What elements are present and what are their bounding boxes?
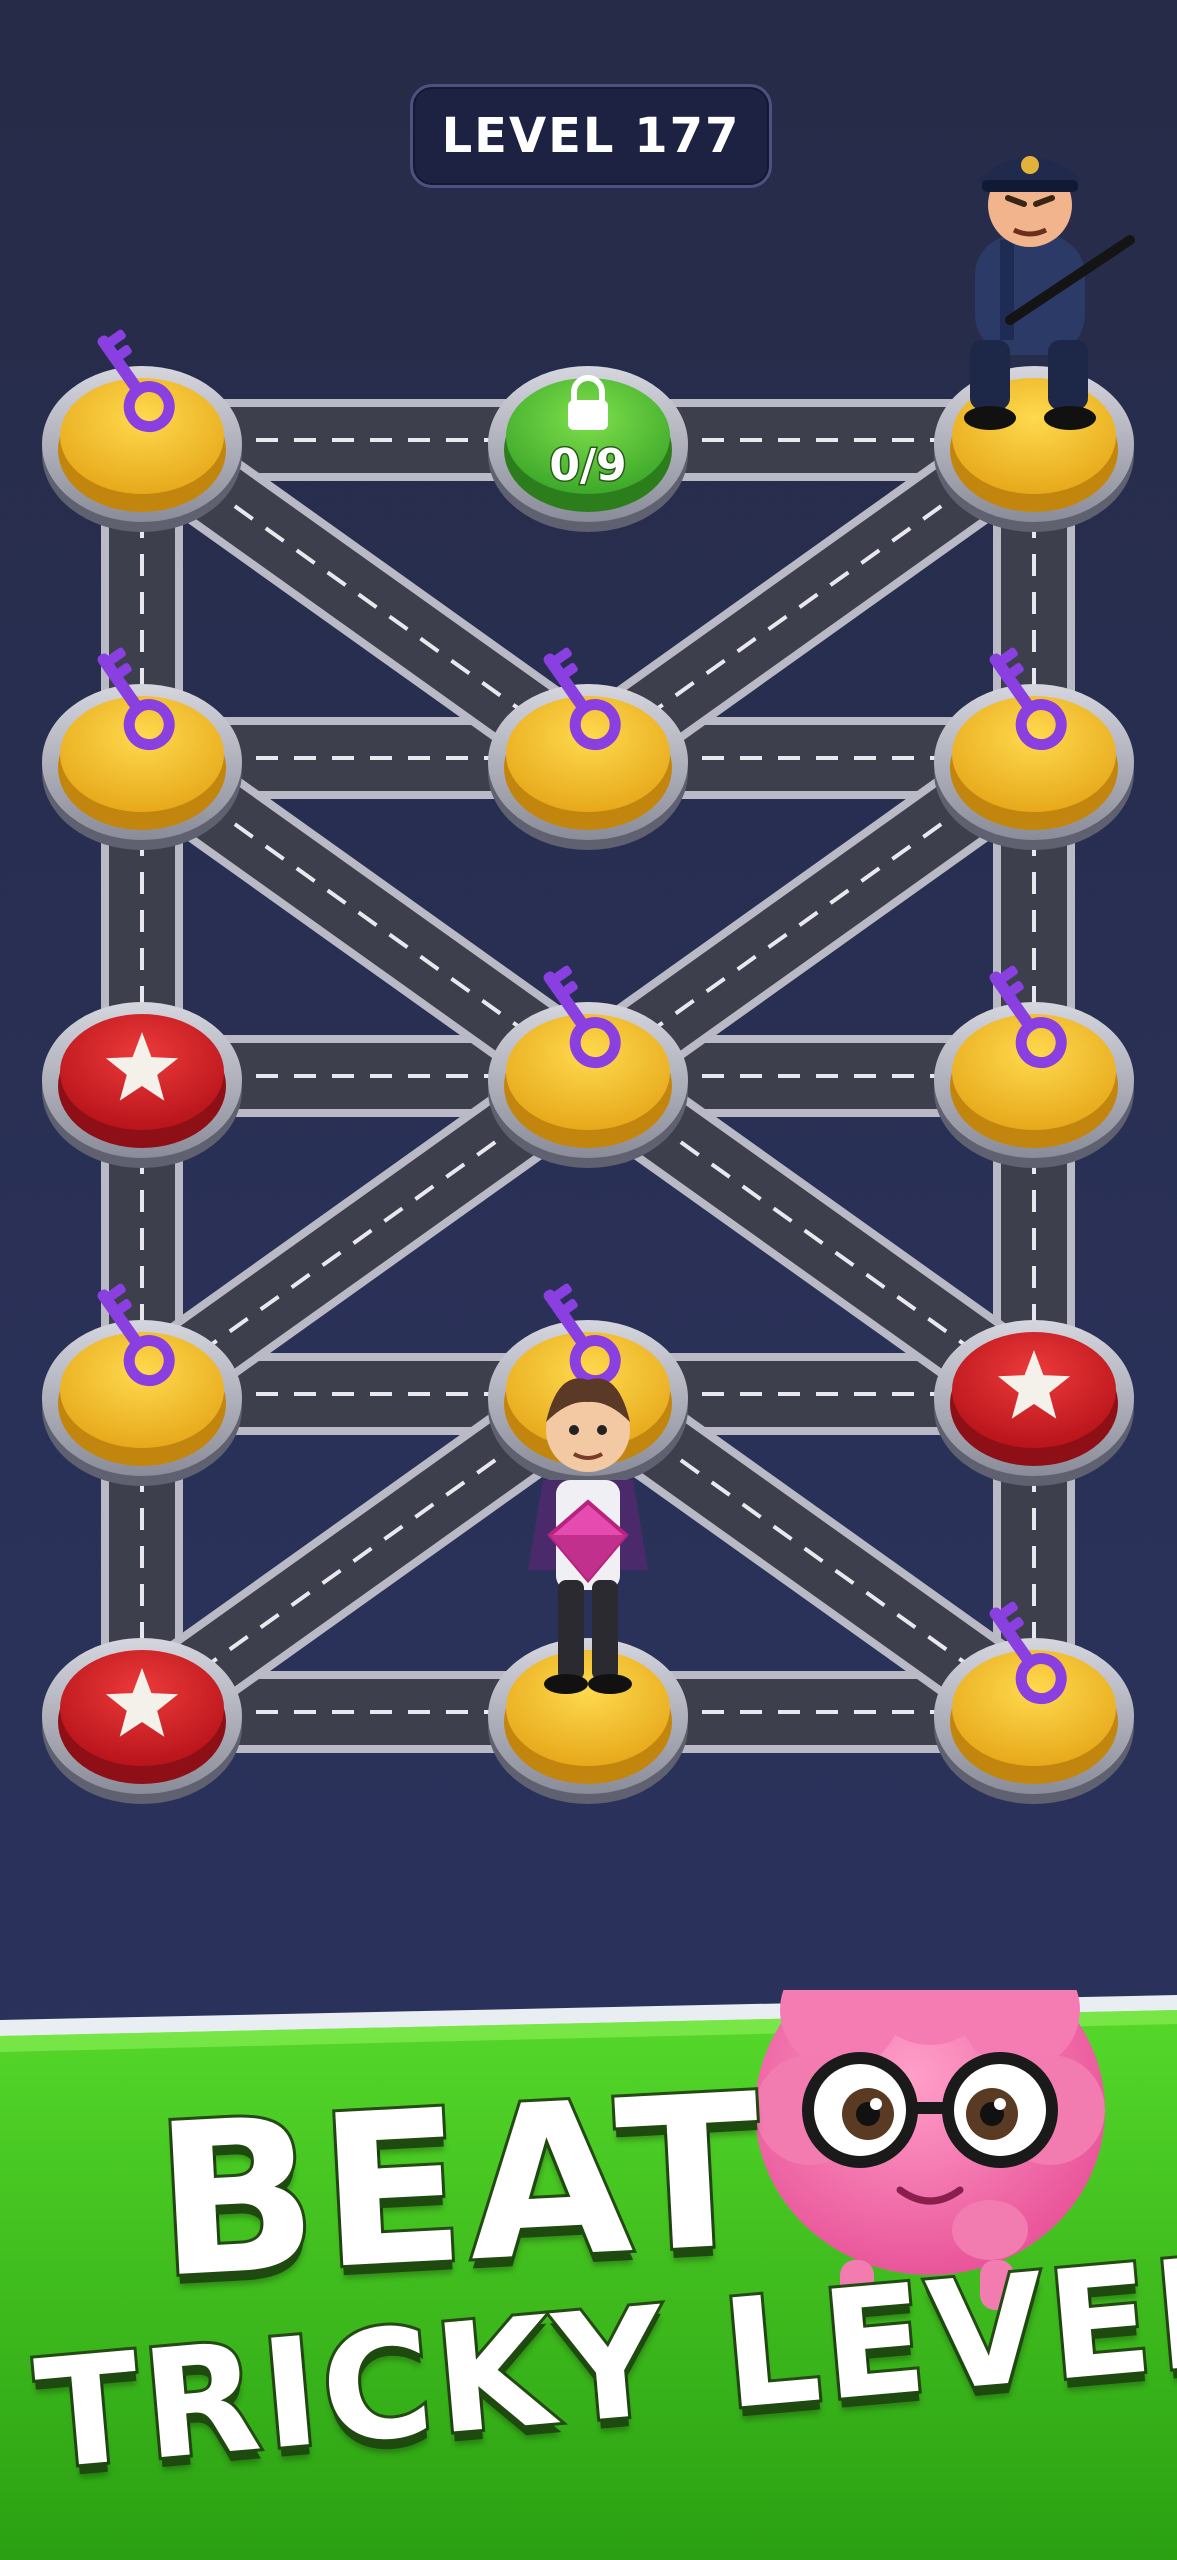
node-green-lock[interactable]: 0/9 — [488, 366, 688, 532]
node-red[interactable] — [42, 1638, 242, 1804]
node-red[interactable] — [934, 1320, 1134, 1486]
node-red[interactable] — [42, 1002, 242, 1168]
node-yellow[interactable] — [934, 366, 1134, 532]
node-yellow[interactable] — [42, 324, 242, 532]
node-yellow[interactable] — [488, 1638, 688, 1804]
lock-counter-text: 0/9 — [549, 440, 626, 491]
game-board: 0/9 — [42, 156, 1135, 1804]
